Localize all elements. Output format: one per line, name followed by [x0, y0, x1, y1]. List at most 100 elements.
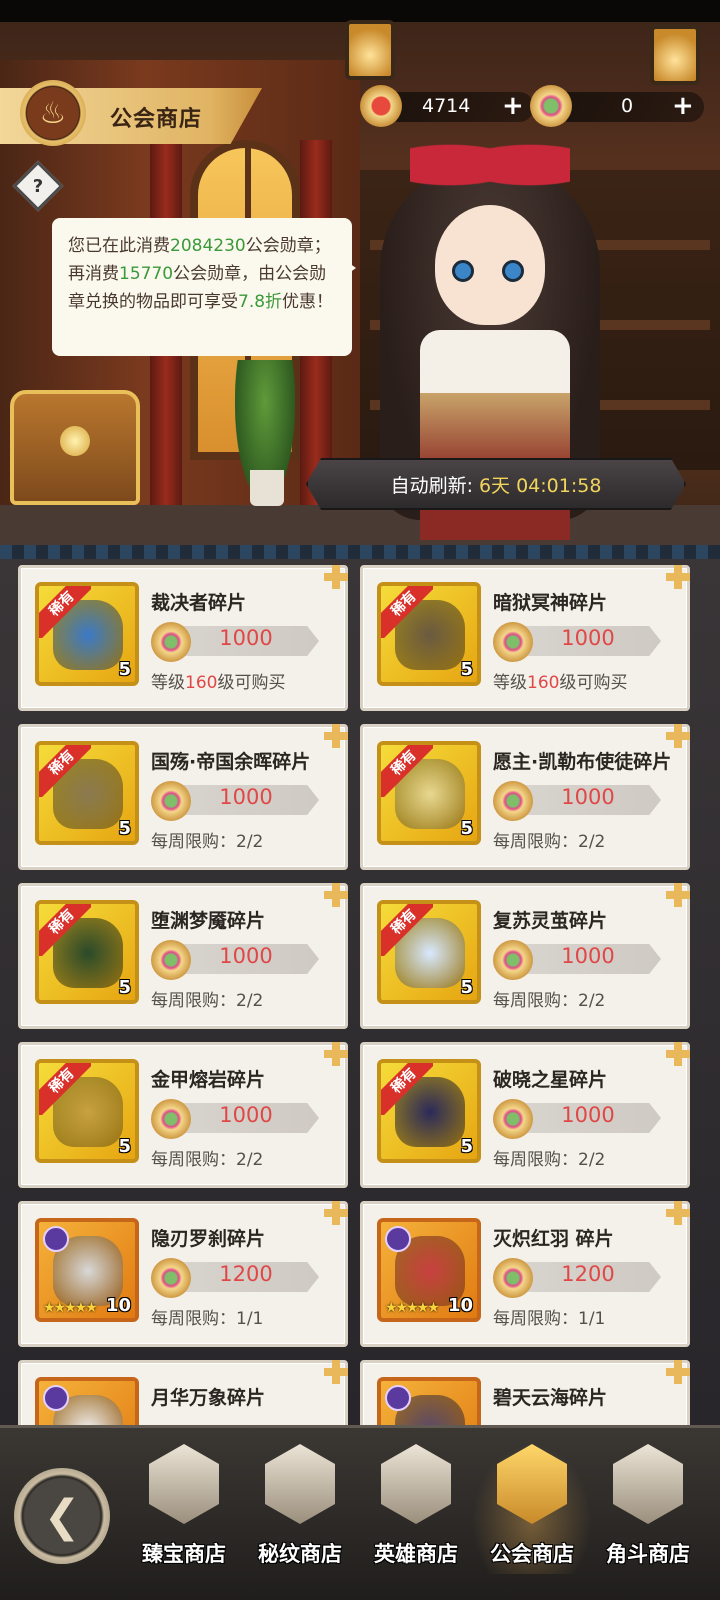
corner-ornament-icon: [666, 724, 690, 748]
nav-guild-shop[interactable]: 公会商店: [472, 1444, 592, 1574]
condition-text: 每周限购：1/1: [151, 1309, 264, 1329]
item-quantity: 10: [105, 1295, 131, 1316]
rare-tag: 稀有: [39, 904, 91, 956]
shop-item-grid[interactable]: 稀有 5 裁决者碎片 1000 等级160级可购买 稀有 5 暗狱冥神碎片 1000 等级160级…: [0, 545, 720, 1425]
price-row: 1000: [493, 622, 661, 662]
item-quantity: 5: [460, 659, 473, 680]
faction-badge-icon: [43, 1226, 69, 1252]
item-icon: 稀有 5: [35, 741, 139, 845]
shop-item-card[interactable]: 稀有 5 国殇·帝国余晖碎片 1000 每周限购：2/2: [18, 724, 348, 870]
star-rating-icon: ★★★★★: [43, 1300, 98, 1316]
item-quantity: 10: [447, 1295, 473, 1316]
rare-tag: 稀有: [381, 1063, 433, 1115]
faction-badge-icon: [385, 1226, 411, 1252]
corner-ornament-icon: [666, 1042, 690, 1066]
treasure-chest-icon: [10, 390, 140, 505]
guild-medal-icon: [151, 622, 191, 662]
item-icon: [35, 1377, 139, 1425]
refresh-timer: 6天 04:01:58: [478, 474, 602, 497]
shop-item-card[interactable]: 稀有 5 堕渊梦魇碎片 1000 每周限购：2/2: [18, 883, 348, 1029]
corner-ornament-icon: [324, 1360, 348, 1384]
rare-tag: 稀有: [39, 1063, 91, 1115]
shop-item-card[interactable]: 稀有 5 裁决者碎片 1000 等级160级可购买: [18, 565, 348, 711]
info-remaining-value: 15770: [119, 264, 174, 284]
faction-badge-icon: [385, 1385, 411, 1411]
condition-level: 160: [185, 673, 218, 693]
purchase-condition: 每周限购：2/2: [151, 986, 263, 1011]
lamp-icon: [345, 20, 395, 80]
nav-treasure-shop[interactable]: 臻宝商店: [124, 1444, 244, 1574]
price-row: 1000: [493, 940, 661, 980]
rune-shop-icon: [265, 1444, 335, 1524]
rare-tag: 稀有: [39, 586, 91, 638]
condition-text: 每周限购：2/2: [493, 1150, 606, 1170]
add-guild-medal-button[interactable]: +: [672, 91, 694, 121]
shop-item-card[interactable]: 稀有 5 破晓之星碎片 1000 每周限购：2/2: [360, 1042, 690, 1188]
item-icon: [377, 1377, 481, 1425]
refresh-label: 自动刷新:: [390, 474, 473, 497]
character-eye: [502, 260, 524, 282]
item-price: 1000: [561, 626, 615, 650]
treasure-shop-icon: [149, 1444, 219, 1524]
character-bow: [410, 130, 570, 200]
arena-shop-icon: [613, 1444, 683, 1524]
shop-item-card[interactable]: 稀有 5 金甲熔岩碎片 1000 每周限购：2/2: [18, 1042, 348, 1188]
bottom-navigation: ❮ 臻宝商店 秘纹商店 英雄商店 公会商店 角斗商店: [0, 1425, 720, 1600]
shop-item-card[interactable]: 稀有 5 暗狱冥神碎片 1000 等级160级可购买: [360, 565, 690, 711]
condition-text: 每周限购：2/2: [151, 1150, 264, 1170]
shop-item-card[interactable]: 碧天云海碎片: [360, 1360, 690, 1425]
item-price: 1200: [219, 1262, 273, 1286]
shop-item-card[interactable]: ★★★★★ 10 隐刃罗刹碎片 1200 每周限购：1/1: [18, 1201, 348, 1347]
item-icon: 稀有 5: [377, 741, 481, 845]
nav-arena-shop[interactable]: 角斗商店: [588, 1444, 708, 1574]
condition-text: 每周限购：2/2: [151, 991, 264, 1011]
plant-pot: [250, 470, 284, 506]
back-button[interactable]: ❮: [14, 1468, 110, 1564]
guild-shop-icon: [497, 1444, 567, 1524]
item-price: 1000: [219, 1103, 273, 1127]
item-name: 破晓之星碎片: [493, 1069, 608, 1091]
rare-label: 稀有: [381, 1063, 433, 1115]
corner-ornament-icon: [666, 1360, 690, 1384]
nav-hero-shop[interactable]: 英雄商店: [356, 1444, 476, 1574]
rare-label: 稀有: [381, 904, 433, 956]
character-face: [435, 205, 545, 325]
nav-label: 角斗商店: [606, 1542, 690, 1566]
info-text: 优惠！: [282, 292, 334, 312]
condition-text: 每周限购：1/1: [493, 1309, 606, 1329]
corner-ornament-icon: [666, 565, 690, 589]
nav-rune-shop[interactable]: 秘纹商店: [240, 1444, 360, 1574]
shop-item-card[interactable]: 稀有 5 复苏灵茧碎片 1000 每周限购：2/2: [360, 883, 690, 1029]
faction-badge-icon: [43, 1385, 69, 1411]
currency-value: 0: [620, 95, 634, 117]
rare-tag: 稀有: [381, 586, 433, 638]
add-medal-button[interactable]: +: [502, 91, 524, 121]
rare-label: 稀有: [39, 745, 91, 797]
guild-medal-icon: [493, 622, 533, 662]
currency-value: 4714: [422, 95, 471, 117]
item-icon: 稀有 5: [377, 582, 481, 686]
page-title: 公会商店: [110, 107, 203, 132]
item-icon: 稀有 5: [35, 582, 139, 686]
medal-icon: [360, 85, 402, 127]
shop-item-card[interactable]: 月华万象碎片: [18, 1360, 348, 1425]
guild-medal-icon: [530, 85, 572, 127]
item-name: 暗狱冥神碎片: [493, 592, 608, 614]
shop-item-card[interactable]: 稀有 5 愿主·凯勒布使徒碎片 1000 每周限购：2/2: [360, 724, 690, 870]
purchase-condition: 每周限购：2/2: [493, 827, 605, 852]
auto-refresh-bar: 自动刷新: 6天 04:01:58: [306, 458, 686, 510]
item-quantity: 5: [460, 1136, 473, 1157]
info-spent-value: 2084230: [170, 236, 246, 256]
item-name: 金甲熔岩碎片: [151, 1069, 266, 1091]
corner-ornament-icon: [324, 883, 348, 907]
rare-tag: 稀有: [39, 745, 91, 797]
condition-text: 级可购买: [559, 673, 628, 693]
item-price: 1000: [219, 944, 273, 968]
item-quantity: 5: [118, 659, 131, 680]
item-icon: 稀有 5: [377, 900, 481, 1004]
shop-item-card[interactable]: ★★★★★ 10 灭炽红羽 碎片 1200 每周限购：1/1: [360, 1201, 690, 1347]
item-quantity: 5: [118, 818, 131, 839]
corner-ornament-icon: [324, 1201, 348, 1225]
guild-medal-icon: [493, 1099, 533, 1139]
rare-label: 稀有: [381, 745, 433, 797]
